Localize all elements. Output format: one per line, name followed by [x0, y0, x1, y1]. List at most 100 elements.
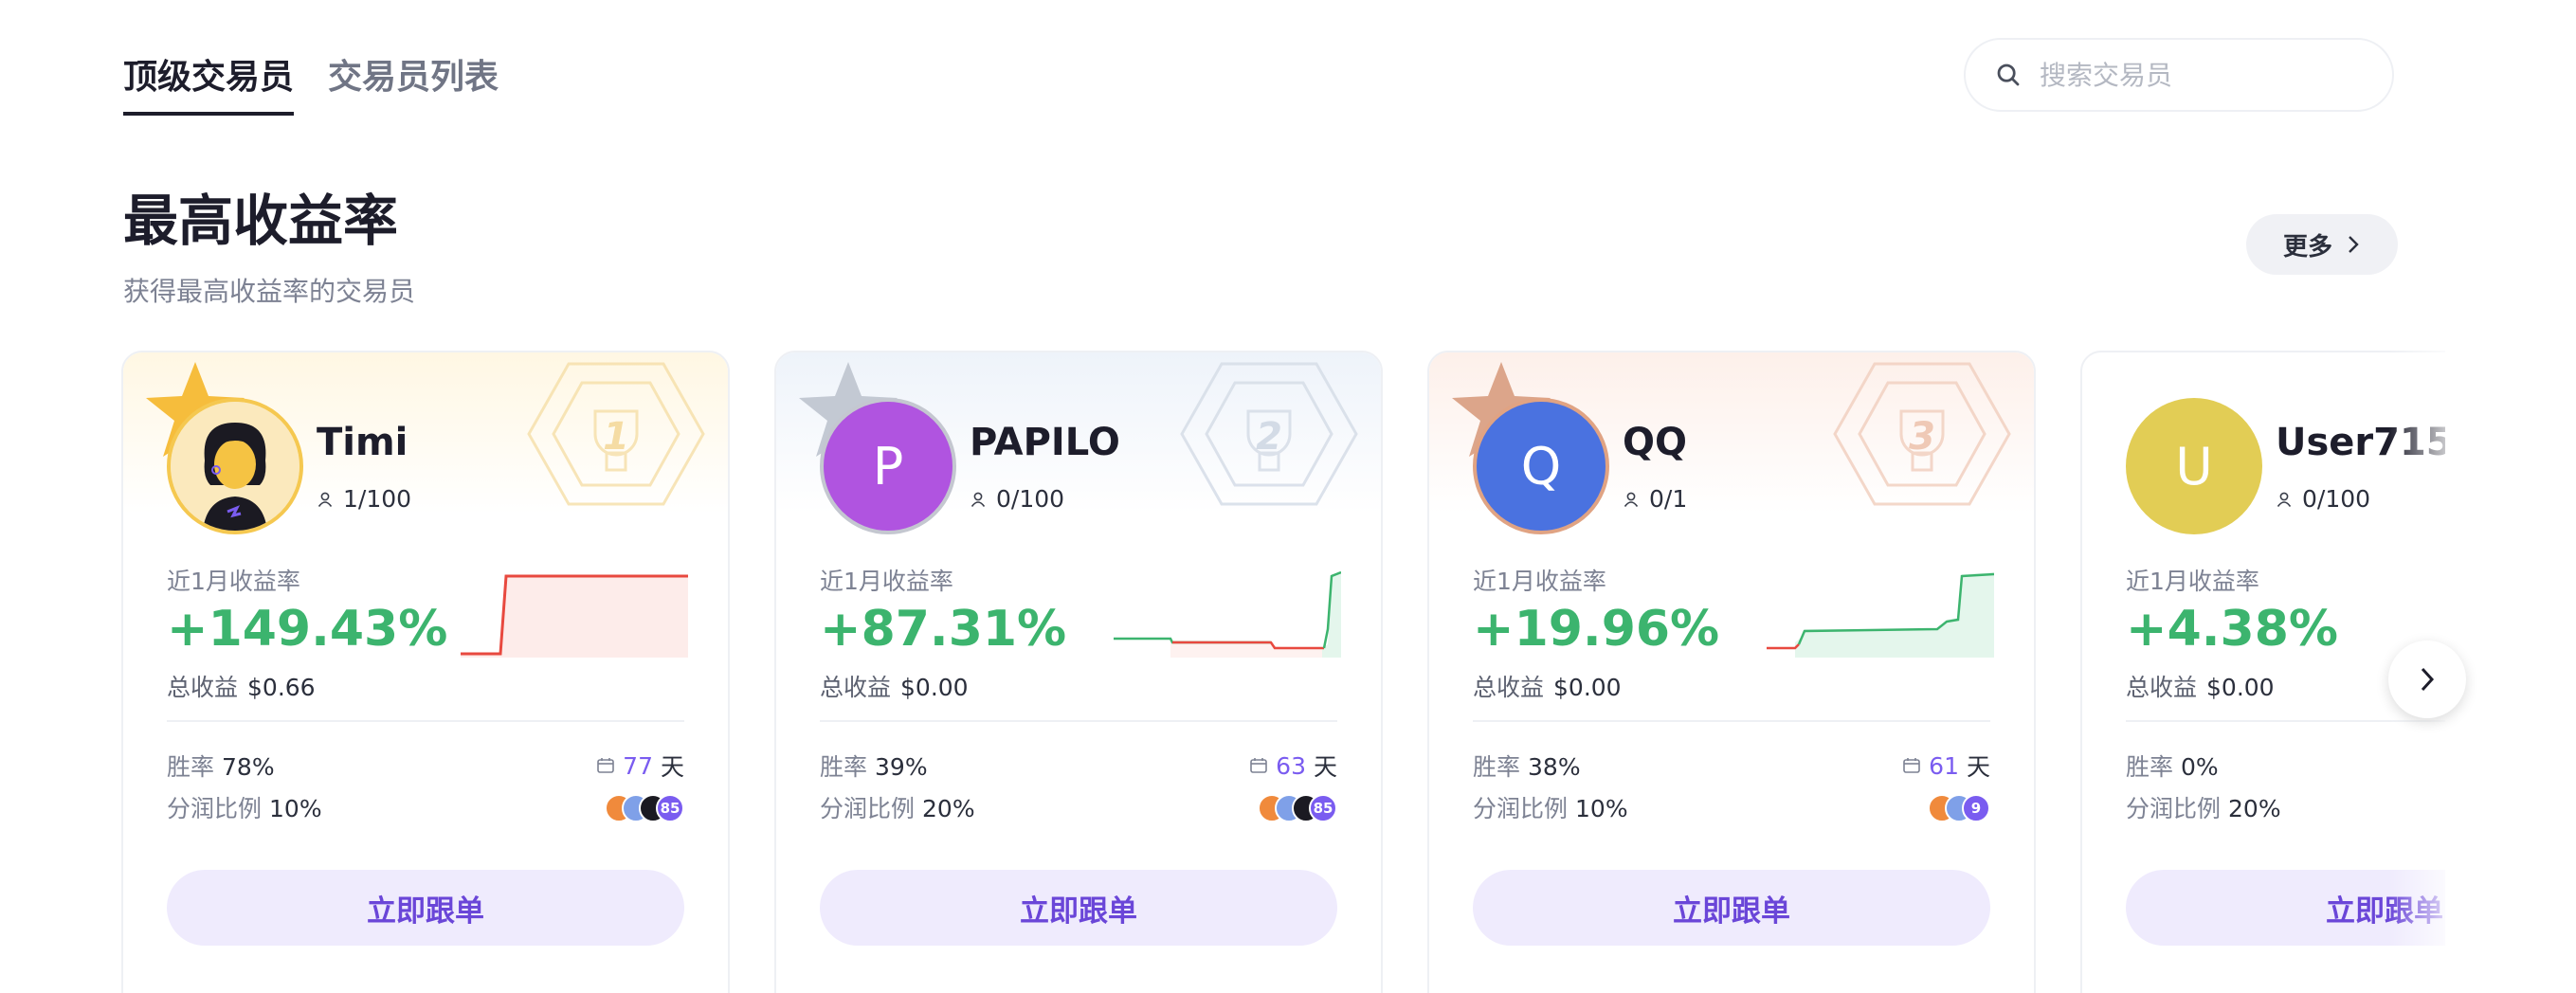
card-divider — [167, 720, 684, 722]
trophy-badge-icon: 3 — [1833, 362, 2011, 506]
win-rate: 胜率 0% — [2126, 749, 2219, 783]
total-profit: 总收益 $0.00 — [1473, 669, 1622, 703]
roi-value: +149.43% — [167, 601, 448, 658]
copier-avatars[interactable]: 85 — [1258, 794, 1337, 822]
total-profit-value: $0.00 — [2206, 674, 2275, 701]
follower-count: 1/100 — [317, 485, 411, 513]
days-unit: 天 — [1313, 753, 1337, 781]
trader-portrait-icon — [171, 402, 299, 531]
roi-label: 近1月收益率 — [820, 568, 953, 595]
trading-days: 63 天 — [1249, 749, 1337, 783]
copier-avatars[interactable]: 9 — [1928, 794, 1990, 822]
roi-value: +4.38% — [2126, 601, 2338, 658]
trader-name[interactable]: PAPILO — [970, 421, 1120, 464]
more-button[interactable]: 更多 — [2246, 214, 2398, 275]
total-profit-value: $0.66 — [247, 674, 316, 701]
svg-text:2: 2 — [1256, 415, 1282, 459]
avatar[interactable]: Q — [1473, 398, 1609, 534]
follow-button[interactable]: 立即跟单 — [1473, 870, 1990, 946]
days-unit: 天 — [1966, 753, 1990, 781]
follower-count-value: 0/1 — [1649, 485, 1688, 513]
svg-text:1: 1 — [603, 415, 629, 459]
roi-value: +19.96% — [1473, 601, 1720, 658]
follow-button[interactable]: 立即跟单 — [820, 870, 1337, 946]
win-rate-value: 39% — [875, 753, 928, 781]
trading-days: 77 天 — [596, 749, 684, 783]
profit-share-value: 20% — [922, 795, 975, 822]
copier-count-badge: 85 — [656, 794, 684, 822]
total-profit-label: 总收益 — [820, 674, 892, 701]
roi-sparkline — [1767, 572, 1994, 658]
trader-card: 3 Q QQ 0/1 近1月收益率 +19.96% 总收益 $0.00 胜率 38%… — [1427, 351, 2036, 993]
follower-count: 0/100 — [2276, 485, 2370, 513]
calendar-icon — [1250, 758, 1267, 773]
win-rate-value: 38% — [1528, 753, 1581, 781]
card-divider — [820, 720, 1337, 722]
calendar-icon — [1903, 758, 1920, 773]
tab-bar: 顶级交易员 交易员列表 — [123, 49, 499, 116]
follower-count-value: 1/100 — [343, 485, 412, 513]
roi-label: 近1月收益率 — [167, 568, 300, 595]
profit-share-value: 20% — [2228, 795, 2281, 822]
trophy-badge-icon: 1 — [527, 362, 705, 506]
avatar-letter: P — [872, 436, 904, 496]
copier-count-badge: 9 — [1962, 794, 1990, 822]
follower-count-value: 0/100 — [2302, 485, 2371, 513]
trader-name[interactable]: Timi — [317, 421, 408, 464]
trading-days: 61 天 — [1902, 749, 1990, 783]
trader-card: 2 P PAPILO 0/100 近1月收益率 +87.31% 总收益 $0.00… — [774, 351, 1383, 993]
user-icon — [317, 492, 333, 507]
svg-text:3: 3 — [1909, 415, 1935, 459]
profit-share-label: 分润比例 — [167, 795, 263, 822]
copier-count-badge: 85 — [1309, 794, 1337, 822]
win-rate: 胜率 78% — [167, 749, 275, 783]
user-icon — [2277, 492, 2292, 507]
roi-sparkline — [461, 574, 688, 658]
win-rate-label: 胜率 — [2126, 753, 2174, 781]
more-label: 更多 — [2282, 232, 2332, 262]
win-rate: 胜率 39% — [820, 749, 928, 783]
trader-name[interactable]: QQ — [1623, 421, 1687, 464]
search-box[interactable] — [1964, 38, 2394, 112]
roi-value: +87.31% — [820, 601, 1067, 658]
tab-top-traders[interactable]: 顶级交易员 — [123, 49, 295, 116]
tab-trader-list[interactable]: 交易员列表 — [328, 49, 499, 116]
section-title: 最高收益率 — [123, 189, 399, 253]
trader-card: 1 Timi 1/100 近1月收益率 +149.43% 总收益 $0.66 胜… — [121, 351, 730, 993]
win-rate-value: 0% — [2181, 753, 2219, 781]
search-input[interactable] — [2038, 58, 2383, 92]
avatar[interactable]: P — [820, 398, 956, 534]
total-profit: 总收益 $0.00 — [820, 669, 969, 703]
avatar[interactable]: U — [2126, 398, 2262, 534]
win-rate-label: 胜率 — [1473, 753, 1521, 781]
avatar-letter: Q — [1520, 436, 1562, 496]
avatar[interactable] — [167, 398, 303, 534]
follower-count: 0/100 — [970, 485, 1064, 513]
days-value: 61 — [1929, 751, 1959, 780]
days-value: 77 — [623, 751, 653, 780]
carousel-next-button[interactable] — [2388, 641, 2466, 718]
follow-button[interactable]: 立即跟单 — [167, 870, 684, 946]
calendar-icon — [597, 758, 614, 773]
roi-label: 近1月收益率 — [1473, 568, 1606, 595]
user-icon — [1624, 492, 1639, 507]
profit-share: 分润比例 10% — [1473, 790, 1628, 824]
trophy-badge-icon: 2 — [1180, 362, 1358, 506]
avatar-letter: U — [2175, 436, 2213, 496]
profit-share: 分润比例 20% — [820, 790, 975, 824]
total-profit-value: $0.00 — [900, 674, 969, 701]
days-value: 63 — [1276, 751, 1306, 780]
copier-avatars[interactable]: 85 — [605, 794, 684, 822]
profit-share: 分润比例 10% — [167, 790, 322, 824]
win-rate-label: 胜率 — [820, 753, 868, 781]
win-rate-label: 胜率 — [167, 753, 215, 781]
total-profit-label: 总收益 — [1473, 674, 1545, 701]
total-profit: 总收益 $0.66 — [167, 669, 316, 703]
profit-share-value: 10% — [269, 795, 322, 822]
profit-share-label: 分润比例 — [2126, 795, 2222, 822]
profit-share-label: 分润比例 — [820, 795, 916, 822]
chevron-right-icon — [2349, 236, 2359, 253]
chevron-right-icon — [2421, 667, 2435, 692]
total-profit: 总收益 $0.00 — [2126, 669, 2275, 703]
card-divider — [1473, 720, 1990, 722]
